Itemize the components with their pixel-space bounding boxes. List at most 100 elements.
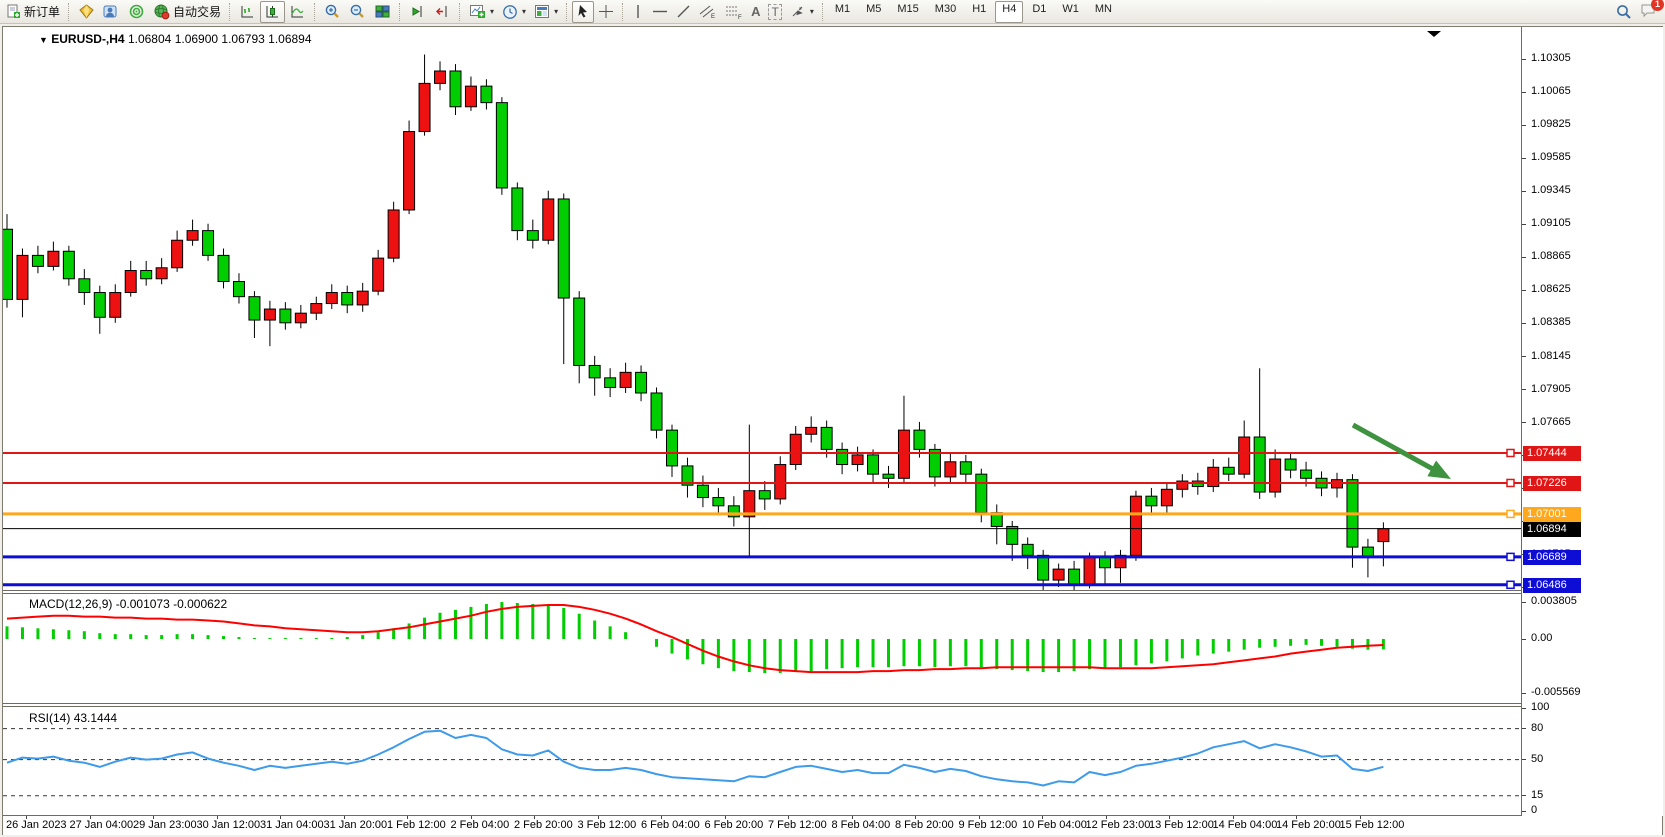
- vertical-line-tool[interactable]: [628, 1, 648, 23]
- candle: [1223, 458, 1234, 481]
- candlestick-mode-button[interactable]: [260, 1, 285, 23]
- tile-windows-button[interactable]: [370, 1, 395, 23]
- candle: [481, 79, 492, 109]
- zoom-in-button[interactable]: [320, 1, 345, 23]
- axis-tick: [1522, 59, 1526, 60]
- axis-tick: [1522, 389, 1526, 390]
- chart-shift-marker-icon[interactable]: [1427, 31, 1441, 37]
- dropdown-caret-icon: ▾: [554, 7, 558, 16]
- axis-tick: [1522, 290, 1526, 291]
- candle: [110, 284, 121, 323]
- price-tick-label: 1.08145: [1531, 350, 1571, 362]
- timeframe-H1[interactable]: H1: [965, 1, 993, 23]
- ohlc-low: 1.06793: [221, 32, 264, 46]
- notifications-button[interactable]: 1: [1640, 3, 1657, 21]
- vertical-line-icon: [632, 4, 644, 19]
- accounts-button[interactable]: [99, 1, 124, 23]
- timeframe-M30[interactable]: M30: [928, 1, 963, 23]
- trendline-tool[interactable]: [672, 1, 695, 23]
- ohlc-high: 1.06900: [175, 32, 218, 46]
- timeframe-D1[interactable]: D1: [1025, 1, 1053, 23]
- horizontal-line[interactable]: [3, 553, 1521, 560]
- auto-scroll-button[interactable]: [405, 1, 430, 23]
- line-handle[interactable]: [1507, 510, 1514, 517]
- price-line-label: 1.06894: [1523, 522, 1581, 537]
- price-axis-column[interactable]: 1.103051.100651.098251.095851.093451.091…: [1521, 27, 1663, 816]
- candle: [651, 387, 662, 438]
- periods-button[interactable]: ▾: [498, 1, 530, 23]
- line-handle[interactable]: [1507, 581, 1514, 588]
- candle: [404, 121, 415, 215]
- chart-shift-button[interactable]: [430, 1, 455, 23]
- axis-tick: [1522, 693, 1526, 694]
- candlestick-icon: [264, 4, 281, 19]
- timeframe-M15[interactable]: M15: [890, 1, 925, 23]
- label-tool[interactable]: T: [764, 1, 785, 23]
- line-chart-mode-button[interactable]: [285, 1, 310, 23]
- indicators-button[interactable]: ▾: [465, 1, 498, 23]
- axis-tick: [1522, 224, 1526, 225]
- macd-tick-label: 0.00: [1531, 632, 1552, 644]
- price-tick-label: 1.08385: [1531, 316, 1571, 328]
- crosshair-tool-button[interactable]: [594, 1, 618, 23]
- time-axis-label: 27 Jan 04:00: [70, 819, 134, 831]
- timeframe-M1[interactable]: M1: [828, 1, 857, 23]
- timeframe-W1[interactable]: W1: [1055, 1, 1086, 23]
- candle: [249, 291, 260, 338]
- time-axis-label: 2 Feb 04:00: [451, 819, 510, 831]
- time-axis[interactable]: 26 Jan 202327 Jan 04:0029 Jan 23:0030 Ja…: [3, 816, 1662, 835]
- toolbar-separator: [314, 3, 316, 21]
- text-tool[interactable]: A: [747, 1, 764, 23]
- rsi-panel[interactable]: [3, 706, 1521, 815]
- axis-tick: [1522, 759, 1526, 760]
- price-chart-panel[interactable]: [3, 28, 1521, 590]
- dropdown-caret-icon: ▾: [490, 7, 494, 16]
- timeframe-M5[interactable]: M5: [859, 1, 888, 23]
- market-watch-button[interactable]: [74, 1, 99, 23]
- cursor-tool-button[interactable]: [572, 1, 594, 23]
- channel-tool[interactable]: E: [695, 1, 721, 23]
- candle: [543, 191, 554, 245]
- candle: [141, 261, 152, 286]
- arrows-tool[interactable]: ▾: [786, 1, 818, 23]
- templates-button[interactable]: ▾: [530, 1, 562, 23]
- axis-tick: [1522, 811, 1526, 812]
- horizontal-line[interactable]: [3, 581, 1521, 588]
- search-icon[interactable]: [1616, 4, 1632, 20]
- horizontal-line-tool[interactable]: [648, 1, 672, 23]
- line-handle[interactable]: [1507, 553, 1514, 560]
- candle: [63, 246, 74, 286]
- new-order-button[interactable]: 新订单: [2, 1, 64, 23]
- candle: [1115, 550, 1126, 583]
- signals-button[interactable]: [124, 1, 149, 23]
- horizontal-line[interactable]: [3, 479, 1521, 486]
- autotrade-button[interactable]: 自动交易: [149, 1, 225, 23]
- horizontal-line[interactable]: [3, 510, 1521, 517]
- time-axis-label: 26 Jan 2023: [6, 819, 67, 831]
- zoom-out-button[interactable]: [345, 1, 370, 23]
- bar-chart-mode-button[interactable]: [235, 1, 260, 23]
- macd-name: MACD(12,26,9): [29, 597, 112, 611]
- toolbar-separator: [229, 3, 231, 21]
- line-handle[interactable]: [1507, 449, 1514, 456]
- crosshair-icon: [598, 4, 614, 19]
- price-tick-label: 1.09585: [1531, 151, 1571, 163]
- toolbar-separator: [622, 3, 624, 21]
- candle: [558, 193, 569, 364]
- candle: [883, 466, 894, 488]
- svg-text:F: F: [738, 15, 742, 20]
- time-axis-label: 13 Feb 12:00: [1149, 819, 1214, 831]
- timeframe-H4[interactable]: H4: [995, 1, 1023, 23]
- toolbar-separator: [459, 3, 461, 21]
- horizontal-line[interactable]: [3, 449, 1521, 456]
- timeframe-MN[interactable]: MN: [1088, 1, 1119, 23]
- candle: [697, 476, 708, 508]
- rsi-tick-label: 15: [1531, 789, 1543, 801]
- candle: [527, 220, 538, 249]
- time-axis-label: 31 Jan 04:00: [260, 819, 324, 831]
- fibonacci-tool[interactable]: F: [721, 1, 747, 23]
- chart-expander-icon[interactable]: ▼: [39, 35, 48, 45]
- macd-panel[interactable]: [3, 593, 1521, 703]
- line-handle[interactable]: [1507, 479, 1514, 486]
- time-axis-label: 2 Feb 20:00: [514, 819, 573, 831]
